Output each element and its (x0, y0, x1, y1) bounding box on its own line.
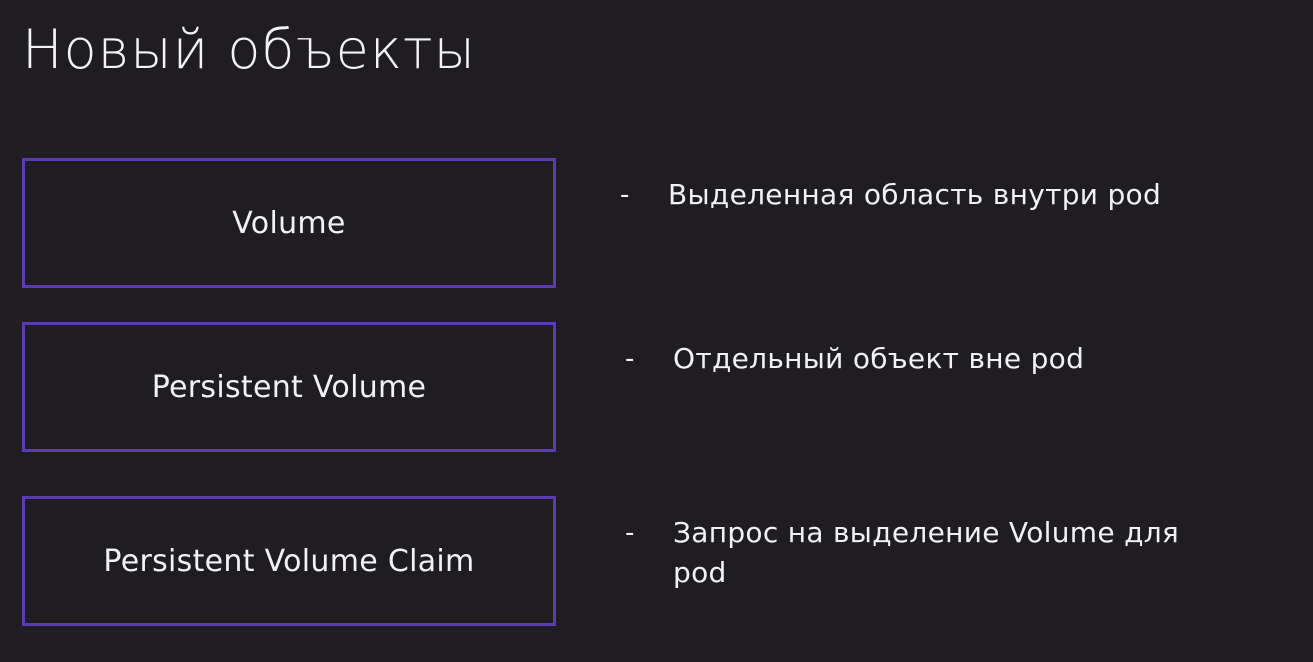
slide-title: Новый объекты (22, 18, 476, 81)
term-label: Persistent Volume (151, 369, 427, 405)
definition-item: - Отдельный объект вне pod (625, 339, 1233, 379)
term-label: Volume (232, 205, 346, 241)
definition-text: Запрос на выделение Volume для pod (673, 516, 1180, 589)
bullet-dash: - (620, 180, 630, 210)
term-box-persistent-volume: Persistent Volume (22, 322, 556, 452)
bullet-dash: - (625, 344, 635, 374)
slide: Новый объекты Volume - Выделенная област… (0, 0, 1313, 662)
definition-text: Отдельный объект вне pod (673, 342, 1085, 375)
term-box-volume: Volume (22, 158, 556, 288)
bullet-dash: - (625, 518, 635, 548)
term-label: Persistent Volume Claim (103, 543, 475, 579)
definition-item: - Выделенная область внутри pod (620, 175, 1228, 215)
definition-item: - Запрос на выделение Volume для pod (625, 513, 1233, 593)
term-box-persistent-volume-claim: Persistent Volume Claim (22, 496, 556, 626)
definition-text: Выделенная область внутри pod (668, 178, 1162, 211)
